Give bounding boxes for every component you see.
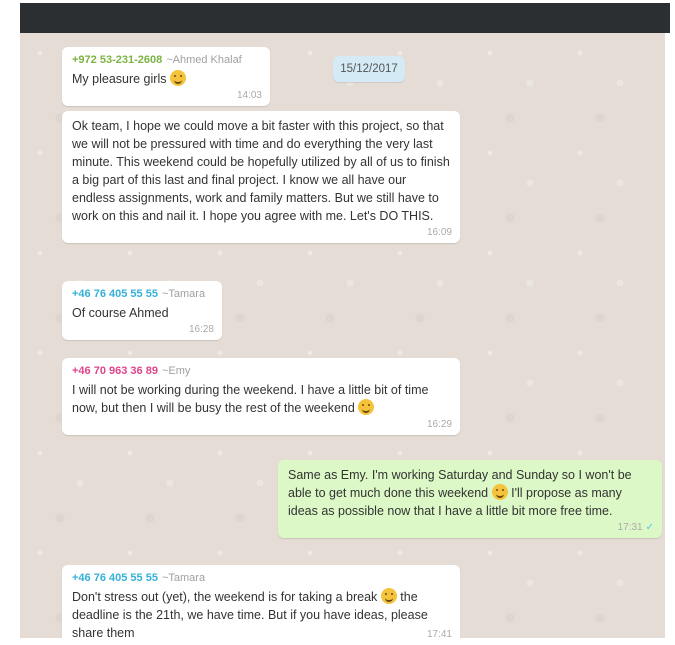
sender-phone[interactable]: +46 70 963 36 89 [72,365,158,377]
message-sender: +46 76 405 55 55 ~Tamara [72,571,450,585]
sent-check-icon: ✓ [645,522,654,533]
date-badge: 15/12/2017 [333,56,405,82]
sender-phone[interactable]: +46 76 405 55 55 [72,288,158,300]
message-time-value: 17:31 [617,522,643,533]
sender-name: ~Emy [161,365,191,377]
message-text-content: I will not be working during the weekend… [72,383,429,415]
message-bubble-outgoing[interactable]: Same as Emy. I'm working Saturday and Su… [278,460,662,538]
message-time: 16:28 [188,324,214,335]
message-sender: +972 53-231-2608 ~Ahmed Khalaf [72,53,260,67]
sender-name: ~Tamara [161,572,206,584]
sender-name: ~Tamara [161,288,206,300]
message-time: 17:31 ✓ [618,522,654,534]
message-time: 16:09 [426,227,452,238]
message-text: I will not be working during the weekend… [72,381,450,417]
message-sender: +46 76 405 55 55 ~Tamara [72,287,212,301]
disappointed-emoji-icon [491,484,508,500]
message-bubble[interactable]: +46 76 405 55 55 ~Tamara Of course Ahmed … [62,281,222,340]
sender-name: ~Ahmed Khalaf [166,54,242,66]
chat-panel[interactable]: 15/12/2017 +972 53-231-2608 ~Ahmed Khalaf… [20,33,665,638]
message-text-content: My pleasure girls [72,72,167,86]
message-text-content: Don't stress out (yet), the weekend is f… [72,590,378,604]
message-bubble[interactable]: Ok team, I hope we could move a bit fast… [62,111,460,243]
message-bubble[interactable]: +46 76 405 55 55 ~Tamara Don't stress out… [62,565,460,638]
message-text: My pleasure girls [72,70,260,88]
grimacing-emoji-icon [358,399,375,415]
message-text: Don't stress out (yet), the weekend is f… [72,588,450,638]
message-text: Of course Ahmed [72,306,169,320]
sender-phone[interactable]: +46 76 405 55 55 [72,572,158,584]
message-text: Ok team, I hope we could move a bit fast… [72,119,450,223]
sender-phone[interactable]: +972 53-231-2608 [72,54,162,66]
message-time: 17:41 [426,629,452,638]
message-time: 16:29 [426,419,452,430]
relieved-emoji-icon [380,588,397,604]
message-bubble[interactable]: +46 70 963 36 89 ~Emy I will not be worki… [62,358,460,435]
message-bubble[interactable]: +972 53-231-2608 ~Ahmed Khalaf My pleasur… [62,47,270,106]
message-sender: +46 70 963 36 89 ~Emy [72,364,450,378]
message-time: 14:03 [236,90,262,101]
grinning-emoji-icon [169,70,186,86]
window-top-bar [20,3,670,33]
message-text: Same as Emy. I'm working Saturday and Su… [288,466,652,520]
